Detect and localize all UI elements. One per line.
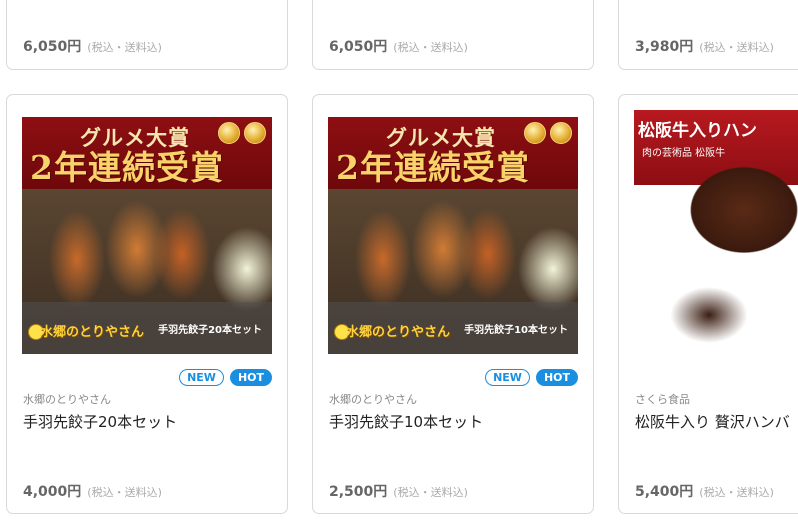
product-card-teba-20[interactable]: グルメ大賞 2年連続受賞 水郷のとりやさん 手羽先餃子20本セット NEW HO… bbox=[6, 94, 288, 514]
food-photo: 水郷のとりやさん 手羽先餃子10本セット bbox=[328, 189, 578, 354]
tax-note: (税込・送料込) bbox=[393, 486, 468, 499]
image-subtitle: 肉の芸術品 松阪牛 bbox=[642, 148, 726, 159]
product-card-top-3[interactable]: 3,980円 (税込・送料込) bbox=[618, 0, 798, 70]
tax-note: (税込・送料込) bbox=[699, 486, 774, 499]
image-label: 手羽先餃子10本セット bbox=[464, 325, 568, 336]
medal-icon bbox=[218, 122, 240, 144]
medal-icon bbox=[524, 122, 546, 144]
tax-note: (税込・送料込) bbox=[393, 41, 468, 54]
maker-name: 水郷のとりやさん bbox=[329, 393, 417, 406]
badges: NEW HOT bbox=[179, 369, 272, 386]
product-card-top-2[interactable]: 6,050円 (税込・送料込) bbox=[312, 0, 594, 70]
tax-note: (税込・送料込) bbox=[87, 486, 162, 499]
product-name[interactable]: 手羽先餃子10本セット bbox=[329, 411, 483, 432]
product-name[interactable]: 手羽先餃子20本セット bbox=[23, 411, 177, 432]
product-card-top-1[interactable]: 6,050円 (税込・送料込) bbox=[6, 0, 288, 70]
maker-name: さくら食品 bbox=[635, 393, 690, 406]
award-banner: グルメ大賞 2年連続受賞 bbox=[22, 117, 272, 189]
badges: NEW HOT bbox=[485, 369, 578, 386]
food-photo: 水郷のとりやさん 手羽先餃子20本セット bbox=[22, 189, 272, 354]
price: 4,000円 bbox=[23, 484, 82, 500]
product-image[interactable]: グルメ大賞 2年連続受賞 水郷のとりやさん 手羽先餃子20本セット bbox=[22, 117, 272, 354]
product-image[interactable]: グルメ大賞 2年連続受賞 水郷のとりやさん 手羽先餃子10本セット bbox=[328, 117, 578, 354]
hot-badge: HOT bbox=[535, 369, 578, 386]
price: 6,050円 bbox=[329, 39, 388, 55]
brand-logo: 水郷のとりやさん bbox=[40, 325, 145, 340]
medal-icon bbox=[244, 122, 266, 144]
product-name[interactable]: 松阪牛入り 贅沢ハンバ bbox=[635, 411, 790, 432]
medal-icon bbox=[550, 122, 572, 144]
banner-line2: 2年連続受賞 bbox=[336, 148, 530, 187]
new-badge: NEW bbox=[485, 369, 530, 386]
price: 3,980円 bbox=[635, 39, 694, 55]
price: 5,400円 bbox=[635, 484, 694, 500]
new-badge: NEW bbox=[179, 369, 224, 386]
price: 6,050円 bbox=[23, 39, 82, 55]
tax-note: (税込・送料込) bbox=[87, 41, 162, 54]
image-label: 手羽先餃子20本セット bbox=[158, 325, 262, 336]
hot-badge: HOT bbox=[229, 369, 272, 386]
price: 2,500円 bbox=[329, 484, 388, 500]
brand-logo: 水郷のとりやさん bbox=[346, 325, 451, 340]
image-title: 松阪牛入りハン bbox=[638, 121, 757, 141]
product-card-hamburg[interactable]: 松阪牛入りハン 肉の芸術品 松阪牛 150 さくら食品 松阪牛入り 贅沢ハンバ … bbox=[618, 94, 798, 514]
product-image[interactable]: 松阪牛入りハン 肉の芸術品 松阪牛 150 bbox=[634, 110, 798, 360]
product-card-teba-10[interactable]: グルメ大賞 2年連続受賞 水郷のとりやさん 手羽先餃子10本セット NEW HO… bbox=[312, 94, 594, 514]
banner-line2: 2年連続受賞 bbox=[30, 148, 224, 187]
maker-name: 水郷のとりやさん bbox=[23, 393, 111, 406]
award-banner: グルメ大賞 2年連続受賞 bbox=[328, 117, 578, 189]
tax-note: (税込・送料込) bbox=[699, 41, 774, 54]
